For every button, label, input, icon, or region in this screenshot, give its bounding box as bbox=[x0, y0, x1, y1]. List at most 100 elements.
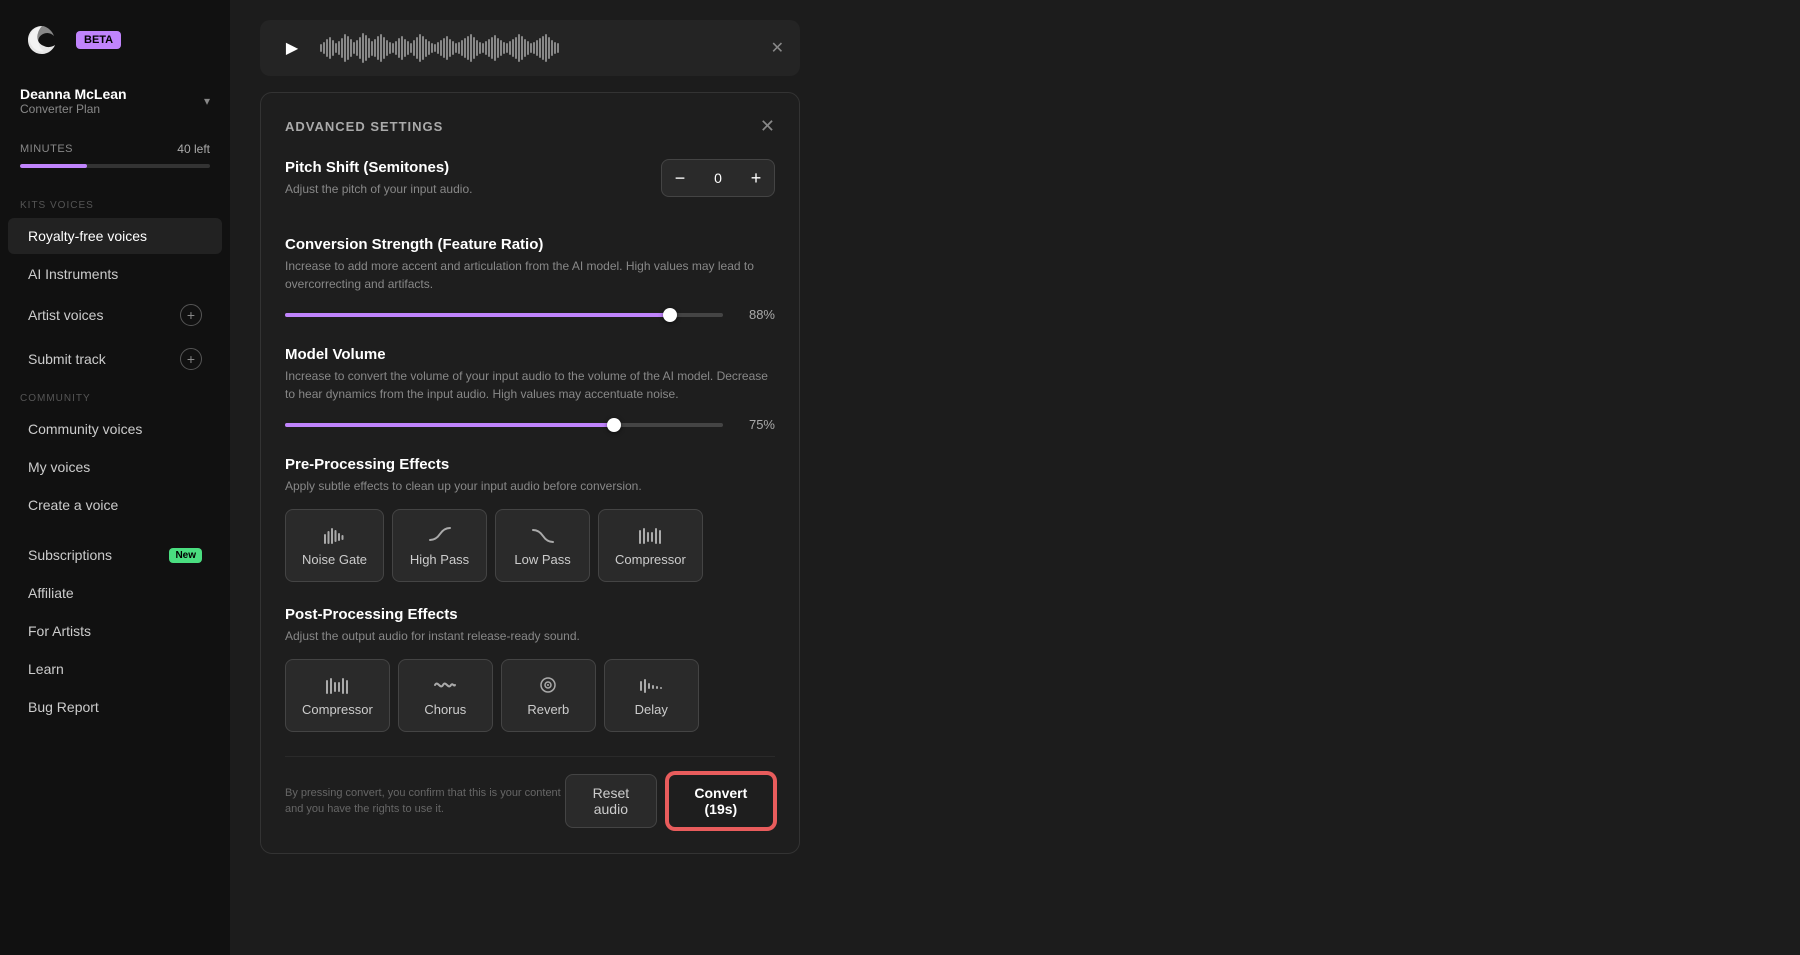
sidebar-item-for-artists[interactable]: For Artists bbox=[8, 613, 222, 649]
sidebar-item-subscriptions[interactable]: Subscriptions New bbox=[8, 537, 222, 573]
waveform-bar bbox=[464, 38, 466, 58]
waveform-bar bbox=[347, 36, 349, 60]
conversion-strength-value: 88% bbox=[735, 307, 775, 322]
close-player-button[interactable]: ✕ bbox=[771, 38, 784, 58]
waveform-display bbox=[320, 30, 759, 66]
waveform-bar bbox=[422, 36, 424, 60]
sidebar-item-label: Bug Report bbox=[28, 699, 99, 715]
waveform-bar bbox=[497, 38, 499, 58]
waveform-bar bbox=[437, 42, 439, 54]
compressor-pre-icon bbox=[638, 524, 662, 546]
sidebar-item-label: For Artists bbox=[28, 623, 91, 639]
sidebar-item-affiliate[interactable]: Affiliate bbox=[8, 575, 222, 611]
waveform-bar bbox=[401, 36, 403, 60]
waveform-bar bbox=[512, 39, 514, 57]
low-pass-label: Low Pass bbox=[514, 552, 570, 567]
sidebar-user[interactable]: Deanna McLean Converter Plan ▾ bbox=[0, 76, 230, 132]
sidebar-item-label: Learn bbox=[28, 661, 64, 677]
pitch-decrement-button[interactable]: − bbox=[662, 160, 698, 196]
minutes-progress-bar bbox=[20, 164, 210, 168]
waveform-bar bbox=[386, 40, 388, 56]
reset-audio-button[interactable]: Reset audio bbox=[565, 774, 657, 828]
waveform-bar bbox=[329, 37, 331, 59]
waveform-bar bbox=[419, 34, 421, 62]
conversion-strength-slider[interactable] bbox=[285, 313, 723, 317]
sidebar-item-label: Affiliate bbox=[28, 585, 74, 601]
waveform-bar bbox=[551, 40, 553, 56]
sidebar-item-label: AI Instruments bbox=[28, 266, 118, 282]
effect-chorus-button[interactable]: Chorus bbox=[398, 659, 493, 732]
effect-high-pass-button[interactable]: High Pass bbox=[392, 509, 487, 582]
waveform-bar bbox=[467, 36, 469, 60]
waveform-bar bbox=[461, 40, 463, 56]
waveform-bar bbox=[434, 44, 436, 52]
reverb-label: Reverb bbox=[527, 702, 569, 717]
waveform-bar bbox=[527, 41, 529, 55]
effect-low-pass-button[interactable]: Low Pass bbox=[495, 509, 590, 582]
waveform-bar bbox=[476, 40, 478, 56]
waveform-bar bbox=[413, 40, 415, 56]
waveform-bar bbox=[494, 35, 496, 61]
sidebar-item-bug-report[interactable]: Bug Report bbox=[8, 689, 222, 725]
effect-noise-gate-button[interactable]: Noise Gate bbox=[285, 509, 384, 582]
sidebar-item-community-voices[interactable]: Community voices bbox=[8, 411, 222, 447]
waveform-bar bbox=[542, 36, 544, 60]
reverb-icon bbox=[536, 674, 560, 696]
sidebar-item-create-voice[interactable]: Create a voice bbox=[8, 487, 222, 523]
waveform-bar bbox=[488, 39, 490, 57]
waveform-bar bbox=[428, 41, 430, 55]
waveform-bar bbox=[536, 40, 538, 56]
section-label-kits: KITS VOICES bbox=[0, 188, 230, 217]
sidebar-item-submit-track[interactable]: Submit track + bbox=[8, 338, 222, 380]
waveform-bar bbox=[470, 34, 472, 62]
play-button[interactable]: ▶ bbox=[276, 32, 308, 64]
waveform-bar bbox=[449, 39, 451, 57]
waveform-bar bbox=[455, 43, 457, 53]
waveform-bar bbox=[344, 34, 346, 62]
chorus-label: Chorus bbox=[424, 702, 466, 717]
pitch-increment-button[interactable]: + bbox=[738, 160, 774, 196]
pitch-value: 0 bbox=[698, 170, 738, 186]
waveform-bar bbox=[335, 43, 337, 53]
convert-button[interactable]: Convert (19s) bbox=[667, 773, 775, 829]
sidebar-item-learn[interactable]: Learn bbox=[8, 651, 222, 687]
sidebar-item-royalty-free[interactable]: Royalty-free voices bbox=[8, 218, 222, 254]
effect-reverb-button[interactable]: Reverb bbox=[501, 659, 596, 732]
post-processing-desc: Adjust the output audio for instant rele… bbox=[285, 627, 775, 645]
waveform-bar bbox=[515, 37, 517, 59]
waveform-bar bbox=[440, 40, 442, 56]
waveform-bar bbox=[521, 36, 523, 60]
effect-compressor-pre-button[interactable]: Compressor bbox=[598, 509, 703, 582]
user-plan: Converter Plan bbox=[20, 102, 127, 116]
waveform-bar bbox=[368, 38, 370, 58]
pre-processing-section: Pre-Processing Effects Apply subtle effe… bbox=[285, 456, 775, 582]
high-pass-label: High Pass bbox=[410, 552, 469, 567]
main-content: ▶ ✕ ADVANCED SETTINGS ✕ Pitch Shift (Sem… bbox=[230, 0, 1800, 955]
sidebar-item-label: Artist voices bbox=[28, 307, 103, 323]
effect-delay-button[interactable]: Delay bbox=[604, 659, 699, 732]
effect-compressor-post-button[interactable]: Compressor bbox=[285, 659, 390, 732]
sidebar-item-artist-voices[interactable]: Artist voices + bbox=[8, 294, 222, 336]
minutes-bar-fill bbox=[20, 164, 87, 168]
sidebar-item-ai-instruments[interactable]: AI Instruments bbox=[8, 256, 222, 292]
sidebar-item-my-voices[interactable]: My voices bbox=[8, 449, 222, 485]
waveform-bar bbox=[320, 44, 322, 52]
sidebar-logo: BETA bbox=[0, 0, 230, 76]
footer-actions: Reset audio Convert (19s) bbox=[565, 773, 775, 829]
waveform-bar bbox=[539, 38, 541, 58]
sidebar-item-label: Royalty-free voices bbox=[28, 228, 147, 244]
compressor-pre-label: Compressor bbox=[615, 552, 686, 567]
sidebar-minutes: MINUTES 40 left bbox=[0, 132, 230, 188]
waveform-bar bbox=[446, 36, 448, 60]
close-settings-button[interactable]: ✕ bbox=[760, 117, 775, 135]
waveform-bar bbox=[443, 38, 445, 58]
model-volume-slider[interactable] bbox=[285, 423, 723, 427]
delay-icon bbox=[639, 674, 663, 696]
settings-header: ADVANCED SETTINGS ✕ bbox=[285, 117, 775, 135]
waveform-bar bbox=[425, 39, 427, 57]
waveform-bar bbox=[416, 37, 418, 59]
waveform-bar bbox=[341, 38, 343, 58]
waveform-bar bbox=[491, 37, 493, 59]
model-volume-fill bbox=[285, 423, 614, 427]
waveform-bar bbox=[323, 42, 325, 54]
